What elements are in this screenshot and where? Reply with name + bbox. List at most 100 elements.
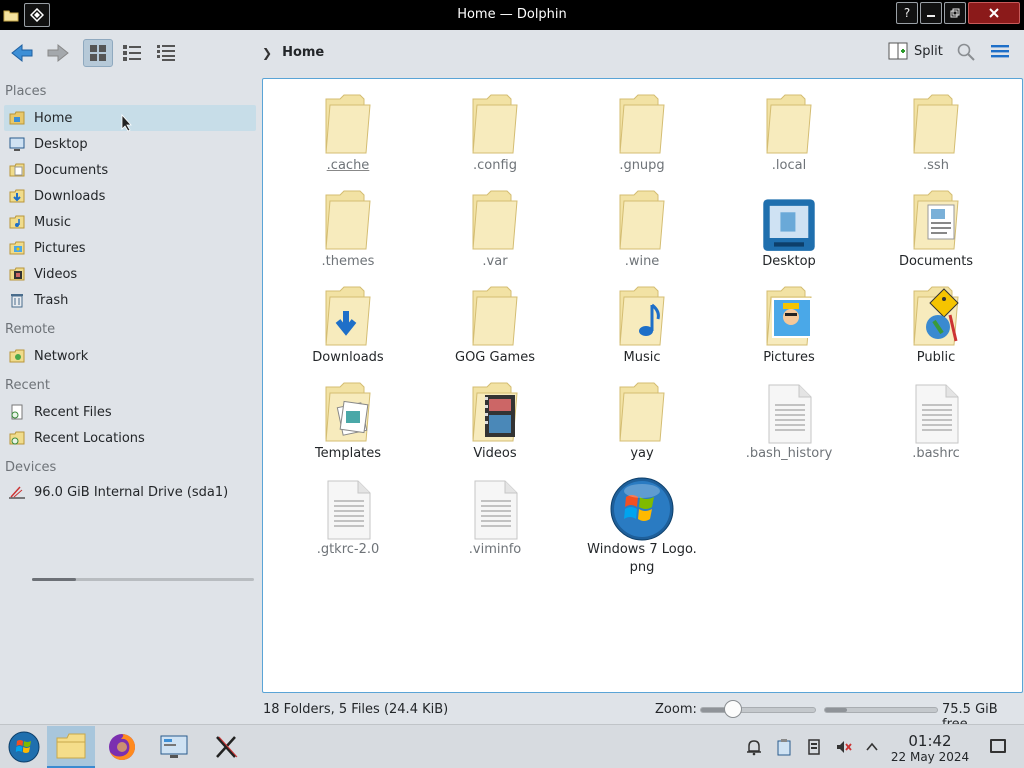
videos-folder-icon [8, 265, 26, 283]
file-view[interactable]: .cache .config .gnupg .local .ssh .themes .var… [262, 78, 1023, 693]
file-item[interactable]: .cache [283, 89, 413, 185]
start-menu-button[interactable] [0, 726, 48, 768]
file-item[interactable]: Documents [871, 185, 1001, 281]
taskbar: 01:42 22 May 2024 [0, 724, 1024, 768]
help-button[interactable]: ? [896, 2, 918, 24]
folder-icon [56, 733, 86, 759]
image-file-icon [577, 473, 707, 541]
notifications-icon[interactable] [744, 737, 764, 757]
folder-icon [871, 89, 1001, 157]
sidebar-item-network[interactable]: Network [4, 343, 256, 369]
pictures-folder-icon [724, 281, 854, 349]
clock-time[interactable]: 01:42 [890, 732, 970, 750]
file-item[interactable]: .gtkrc-2.0 [283, 473, 413, 569]
device-notifier-icon[interactable] [804, 737, 824, 757]
taskbar-x-app[interactable] [202, 726, 250, 768]
sidebar-item-music[interactable]: Music [4, 209, 256, 235]
search-button[interactable] [956, 42, 976, 66]
trash-icon [8, 291, 26, 309]
file-item[interactable]: Music [577, 281, 707, 377]
text-file-icon [430, 473, 560, 541]
zoom-slider-handle[interactable] [724, 700, 742, 718]
downloads-folder-icon [283, 281, 413, 349]
file-item[interactable]: .viminfo [430, 473, 560, 569]
sidebar-item-recent-files[interactable]: Recent Files [4, 399, 256, 425]
sidebar-item-recent-locations[interactable]: Recent Locations [4, 425, 256, 451]
file-item[interactable]: Videos [430, 377, 560, 473]
file-item[interactable]: .config [430, 89, 560, 185]
file-name: .viminfo [468, 542, 522, 557]
expand-tray-icon[interactable] [862, 737, 882, 757]
sidebar-item-pictures[interactable]: Pictures [4, 235, 256, 261]
file-item[interactable]: .wine [577, 185, 707, 281]
file-item[interactable]: .gnupg [577, 89, 707, 185]
back-button[interactable] [8, 39, 38, 67]
file-item[interactable]: Desktop [724, 185, 854, 281]
breadcrumb-current[interactable]: Home [282, 45, 324, 60]
sidebar-item-trash[interactable]: Trash [4, 287, 256, 313]
hard-drive-icon [8, 483, 26, 501]
hamburger-menu-button[interactable] [990, 42, 1010, 64]
windows-start-icon [8, 731, 40, 763]
maximize-button[interactable] [944, 2, 966, 24]
file-item[interactable]: Public [871, 281, 1001, 377]
forward-button[interactable] [42, 39, 72, 67]
compact-view-icon [123, 45, 141, 61]
taskbar-system-settings[interactable] [150, 726, 198, 768]
documents-folder-icon [871, 185, 1001, 253]
breadcrumb[interactable]: ❯ Home [262, 45, 324, 60]
minimize-button[interactable] [920, 2, 942, 24]
sidebar-item-label: Network [34, 348, 89, 364]
sidebar-item-desktop[interactable]: Desktop [4, 131, 256, 157]
file-item[interactable]: yay [577, 377, 707, 473]
clipboard-icon[interactable] [774, 737, 794, 757]
toolbar: ❯ Home Split [0, 30, 1024, 78]
file-item[interactable]: Windows 7 Logo. png [577, 473, 707, 575]
file-name: Public [916, 350, 956, 365]
sidebar-item-label: Desktop [34, 136, 88, 152]
sidebar-item-internal-drive[interactable]: 96.0 GiB Internal Drive (sda1) [4, 479, 256, 505]
videos-folder-icon [430, 377, 560, 445]
sidebar-item-videos[interactable]: Videos [4, 261, 256, 287]
file-item[interactable]: GOG Games [430, 281, 560, 377]
taskbar-dolphin[interactable] [47, 726, 95, 768]
details-view-icon [157, 45, 175, 61]
file-item[interactable]: .bashrc [871, 377, 1001, 473]
file-item[interactable]: .ssh [871, 89, 1001, 185]
split-button[interactable]: Split [888, 42, 943, 60]
file-name: Windows 7 Logo. png [587, 542, 697, 575]
title-bar: Home — Dolphin ? [0, 0, 1024, 30]
file-name: Videos [473, 446, 517, 461]
section-title-devices: Devices [5, 460, 57, 475]
file-name: Downloads [312, 350, 384, 365]
taskbar-firefox[interactable] [98, 726, 146, 768]
file-item[interactable]: Templates [283, 377, 413, 473]
volume-muted-icon[interactable] [834, 737, 854, 757]
folder-icon [577, 185, 707, 253]
clock-date[interactable]: 22 May 2024 [884, 750, 976, 764]
zoom-slider[interactable] [700, 707, 816, 713]
sidebar-item-downloads[interactable]: Downloads [4, 183, 256, 209]
chevron-right-icon: ❯ [262, 45, 273, 60]
file-item[interactable]: .var [430, 185, 560, 281]
icons-view-button[interactable] [83, 39, 113, 67]
pictures-folder-icon [8, 239, 26, 257]
file-item[interactable]: .local [724, 89, 854, 185]
close-button[interactable] [968, 2, 1020, 24]
file-item[interactable]: Pictures [724, 281, 854, 377]
compact-view-button[interactable] [117, 39, 147, 67]
folder-icon [430, 89, 560, 157]
file-item[interactable]: .bash_history [724, 377, 854, 473]
system-settings-icon [160, 735, 188, 758]
show-desktop-icon[interactable] [990, 739, 1006, 753]
file-item[interactable]: .themes [283, 185, 413, 281]
sidebar-item-documents[interactable]: Documents [4, 157, 256, 183]
file-item[interactable]: Downloads [283, 281, 413, 377]
section-title-places: Places [5, 84, 47, 99]
downloads-folder-icon [8, 187, 26, 205]
music-folder-icon [8, 213, 26, 231]
file-name: .bash_history [745, 446, 833, 461]
details-view-button[interactable] [151, 39, 181, 67]
file-name: Desktop [762, 254, 816, 269]
text-file-icon [871, 377, 1001, 445]
